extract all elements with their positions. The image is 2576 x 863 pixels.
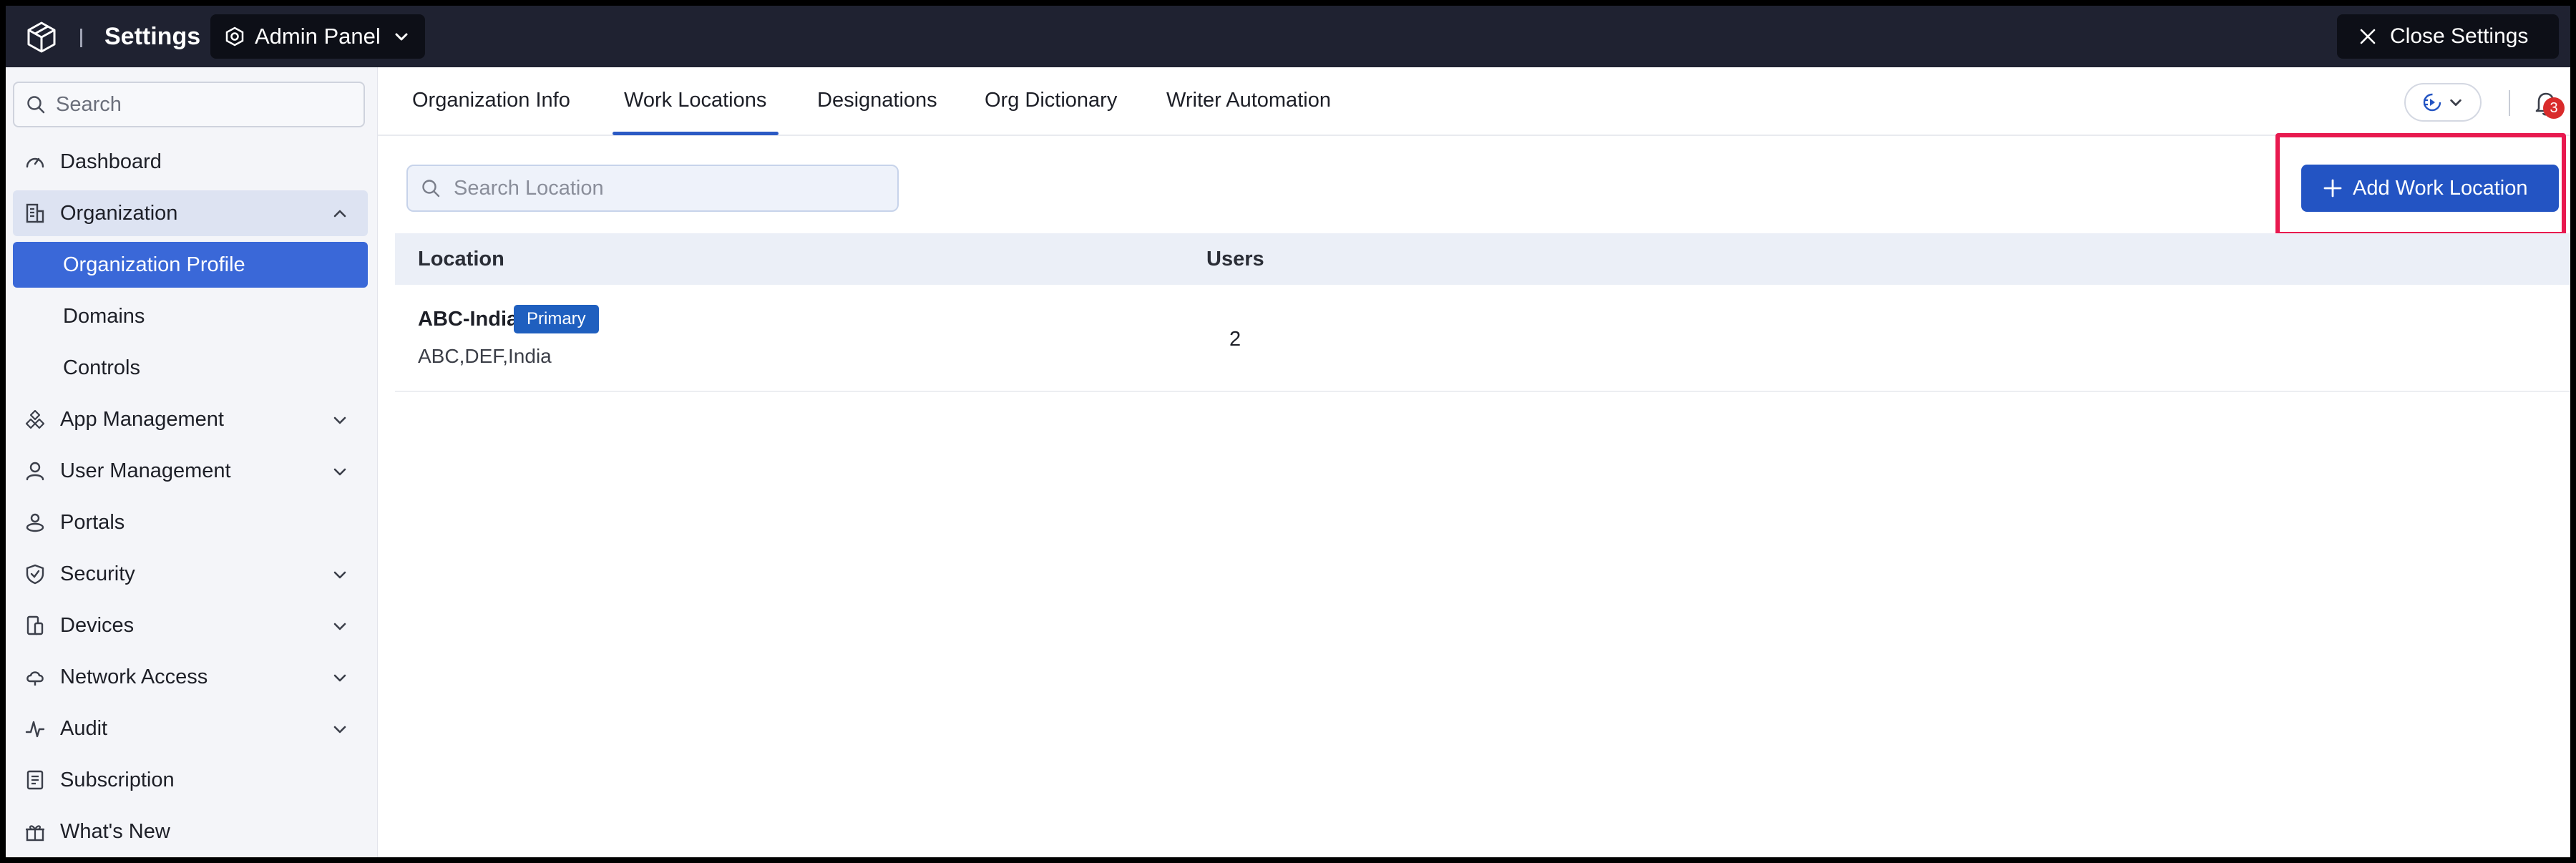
sidebar-item-portals[interactable]: Portals [13, 499, 368, 545]
shield-icon [26, 564, 44, 585]
sidebar-item-label: Organization [60, 201, 178, 225]
sidebar-item-label: App Management [60, 407, 224, 431]
close-settings-label: Close Settings [2390, 24, 2529, 48]
sidebar-item-audit[interactable]: Audit [13, 706, 368, 751]
notification-count-badge: 3 [2543, 97, 2565, 119]
app-window: Settings Admin Panel Close Settings Sear… [6, 6, 2570, 857]
table-header: Location Users [395, 233, 2570, 285]
sync-icon [2423, 93, 2441, 112]
sidebar-item-user-management[interactable]: User Management [13, 448, 368, 494]
add-work-location-button[interactable]: Add Work Location [2301, 165, 2559, 212]
locations-table: Location Users ABC-India Primary ABC,DEF… [395, 233, 2570, 392]
sidebar-item-organization[interactable]: Organization [13, 190, 368, 236]
sidebar-item-organization-profile[interactable]: Organization Profile [13, 242, 368, 288]
tab-organization-info[interactable]: Organization Info [412, 89, 570, 130]
sidebar-item-label: Organization Profile [63, 253, 245, 276]
search-icon [422, 180, 440, 198]
gift-icon [26, 825, 44, 842]
sidebar-item-controls[interactable]: Controls [13, 345, 368, 391]
location-search[interactable] [406, 165, 899, 212]
active-tab-indicator [613, 132, 779, 135]
sidebar-item-label: What's New [60, 819, 170, 843]
table-row[interactable]: ABC-India Primary ABC,DEF,India 2 [395, 285, 2570, 392]
sidebar-item-devices[interactable]: Devices [13, 603, 368, 648]
sidebar-item-dashboard[interactable]: Dashboard [13, 139, 368, 185]
sidebar-search[interactable] [13, 82, 365, 127]
top-bar: Settings Admin Panel Close Settings [6, 6, 2570, 67]
chevron-down-icon [333, 623, 346, 630]
tab-work-locations[interactable]: Work Locations [624, 89, 766, 130]
header-divider [80, 29, 82, 47]
chevron-down-icon [2450, 99, 2462, 106]
chevron-down-icon [333, 674, 346, 682]
location-search-input[interactable] [454, 176, 883, 200]
sidebar-item-label: Audit [60, 716, 108, 740]
sidebar-item-label: Security [60, 562, 135, 585]
sidebar-item-label: Controls [63, 356, 140, 379]
sidebar-item-domains[interactable]: Domains [13, 293, 368, 339]
sidebar-item-label: Dashboard [60, 150, 162, 173]
sidebar-item-network-access[interactable]: Network Access [13, 654, 368, 700]
tab-bar: Organization Info Work Locations Designa… [378, 67, 2570, 136]
sidebar-item-label: Devices [60, 613, 135, 637]
admin-panel-label: Admin Panel [255, 24, 381, 49]
sync-status-dropdown[interactable] [2404, 83, 2482, 122]
tab-designations[interactable]: Designations [817, 89, 937, 130]
chevron-down-icon [395, 33, 408, 41]
location-address: ABC,DEF,India [418, 345, 552, 367]
tab-writer-automation[interactable]: Writer Automation [1166, 89, 1331, 130]
primary-badge: Primary [514, 305, 599, 333]
building-icon [26, 203, 44, 223]
chevron-down-icon [333, 416, 346, 424]
chevron-down-icon [333, 571, 346, 579]
tab-org-dictionary[interactable]: Org Dictionary [985, 89, 1117, 130]
sidebar-item-app-management[interactable]: App Management [13, 396, 368, 442]
column-header-location: Location [418, 248, 504, 270]
hexagon-icon [225, 26, 244, 47]
sidebar-item-label: Portals [60, 510, 125, 534]
apps-icon [25, 409, 45, 429]
sidebar: Dashboard Organization Organization Prof… [6, 67, 378, 857]
chevron-up-icon [333, 210, 346, 218]
sidebar-item-label: Subscription [60, 768, 175, 791]
add-work-location-label: Add Work Location [2353, 176, 2528, 200]
location-name: ABC-India [418, 308, 519, 331]
sidebar-item-label: Domains [63, 304, 145, 328]
receipt-icon [26, 770, 44, 790]
sidebar-item-security[interactable]: Security [13, 551, 368, 597]
plus-icon [2323, 179, 2342, 198]
cloud-icon [26, 671, 44, 686]
admin-panel-dropdown[interactable]: Admin Panel [210, 14, 425, 59]
location-users-count: 2 [1229, 328, 1241, 351]
toolbar-divider [2509, 90, 2510, 116]
chevron-down-icon [333, 468, 346, 476]
devices-icon [26, 615, 44, 635]
user-icon [26, 462, 44, 481]
sidebar-item-label: Network Access [60, 665, 208, 688]
main-content: Organization Info Work Locations Designa… [378, 67, 2570, 857]
close-settings-button[interactable]: Close Settings [2337, 14, 2559, 59]
app-title: Settings [104, 23, 201, 50]
search-icon [27, 96, 45, 114]
pulse-icon [25, 721, 45, 738]
close-icon [2360, 29, 2376, 44]
portal-icon [26, 513, 44, 532]
sidebar-item-subscription[interactable]: Subscription [13, 757, 368, 803]
gauge-icon [26, 157, 44, 168]
chevron-down-icon [333, 726, 346, 733]
column-header-users: Users [1206, 248, 1264, 270]
sidebar-item-label: User Management [60, 459, 231, 482]
cube-logo-icon[interactable] [24, 20, 59, 54]
sidebar-search-input[interactable] [56, 92, 356, 117]
sidebar-item-whats-new[interactable]: What's New [13, 809, 368, 854]
